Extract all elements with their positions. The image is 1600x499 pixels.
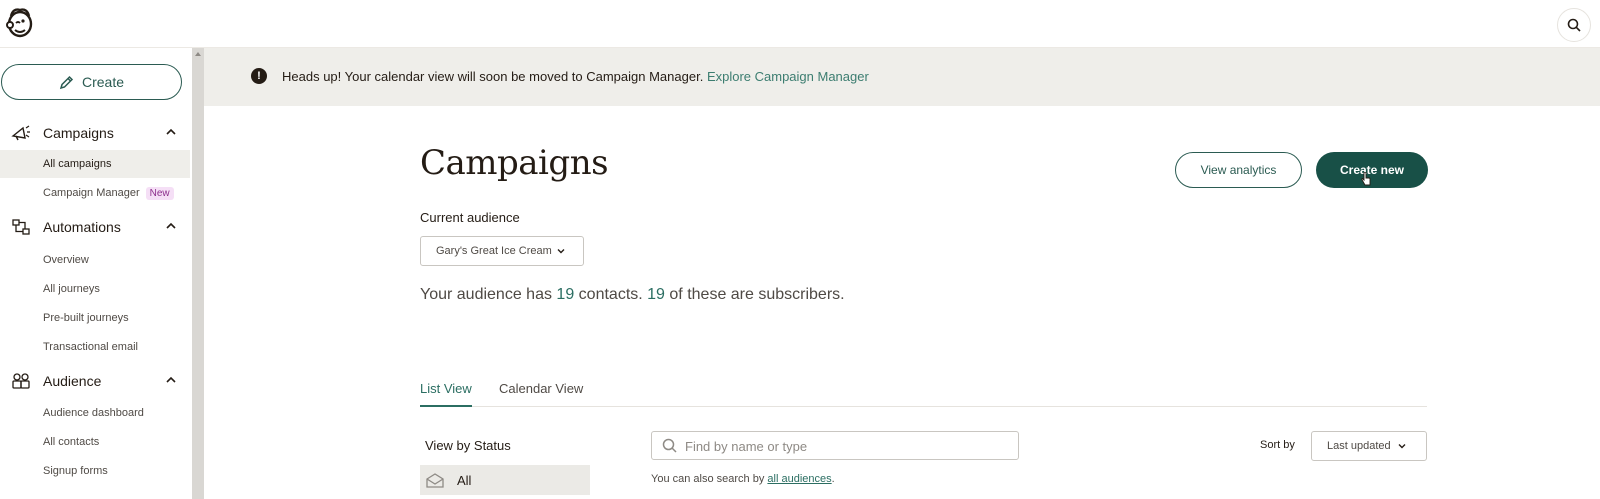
summary-suffix: of these are subscribers. bbox=[669, 286, 845, 303]
sidebar-item-campaign-manager[interactable]: Campaign Manager New bbox=[0, 179, 190, 207]
notice-banner: ! Heads up! Your calendar view will soon… bbox=[204, 48, 1600, 106]
contacts-count: 19 bbox=[556, 286, 575, 303]
megaphone-icon bbox=[11, 125, 30, 141]
sort-select-value: Last updated bbox=[1327, 440, 1391, 452]
chevron-up-icon bbox=[166, 222, 176, 229]
sidebar-scrollbar[interactable] bbox=[192, 48, 204, 499]
summary-prefix: Your audience has bbox=[420, 286, 552, 303]
audience-summary: Your audience has 19 contacts. 19 of the… bbox=[420, 286, 845, 304]
sidebar-section-campaigns[interactable]: Campaigns bbox=[0, 118, 190, 148]
current-audience-label: Current audience bbox=[420, 210, 520, 225]
top-bar bbox=[0, 0, 1600, 48]
sidebar-item-label: Transactional email bbox=[43, 341, 138, 353]
search-hint-text: You can also search by bbox=[651, 473, 765, 485]
view-analytics-button[interactable]: View analytics bbox=[1175, 152, 1302, 188]
mailchimp-logo-icon[interactable] bbox=[4, 6, 36, 40]
sidebar-item-label: Campaign Manager bbox=[43, 187, 140, 199]
summary-middle: contacts. bbox=[578, 286, 643, 303]
explore-campaign-manager-link[interactable]: Explore Campaign Manager bbox=[707, 69, 869, 84]
automation-flow-icon bbox=[12, 219, 30, 235]
audience-select-value: Gary's Great Ice Cream bbox=[436, 245, 552, 257]
search-input[interactable] bbox=[685, 436, 1005, 456]
top-search-button[interactable] bbox=[1557, 8, 1591, 42]
sidebar-item-label: All campaigns bbox=[43, 158, 112, 170]
scroll-up-arrow-icon[interactable] bbox=[195, 52, 201, 56]
sort-by-label: Sort by bbox=[1260, 439, 1295, 451]
pencil-icon bbox=[59, 75, 74, 89]
sidebar-item-overview[interactable]: Overview bbox=[0, 246, 190, 274]
alert-icon: ! bbox=[251, 68, 267, 84]
sidebar-item-all-contacts[interactable]: All contacts bbox=[0, 428, 190, 456]
search-hint-period: . bbox=[831, 473, 835, 485]
sidebar: Create Campaigns All campaigns Campaign … bbox=[0, 48, 192, 499]
sidebar-item-label: Audience dashboard bbox=[43, 407, 144, 419]
tab-calendar-view[interactable]: Calendar View bbox=[499, 381, 583, 407]
page-title: Campaigns bbox=[420, 143, 609, 183]
view-tabs: List View Calendar View bbox=[420, 381, 1427, 407]
sidebar-section-label: Campaigns bbox=[43, 125, 114, 141]
create-new-button[interactable]: Create new bbox=[1316, 152, 1428, 188]
sidebar-item-audience-dashboard[interactable]: Audience dashboard bbox=[0, 399, 190, 427]
chevron-down-icon bbox=[1398, 444, 1406, 449]
view-by-status-label: View by Status bbox=[425, 438, 511, 453]
subscribers-count: 19 bbox=[647, 286, 665, 303]
search-hint: You can also search by all audiences. bbox=[651, 473, 835, 485]
sidebar-item-label: All journeys bbox=[43, 283, 100, 295]
sidebar-section-label: Audience bbox=[43, 373, 102, 389]
audience-icon bbox=[12, 373, 30, 389]
banner-message: Heads up! Your calendar view will soon b… bbox=[282, 69, 704, 84]
sort-select[interactable]: Last updated bbox=[1311, 431, 1427, 461]
new-badge: New bbox=[145, 186, 174, 200]
chevron-up-icon bbox=[166, 128, 176, 135]
sidebar-item-signup-forms[interactable]: Signup forms bbox=[0, 457, 190, 485]
sidebar-item-pre-built-journeys[interactable]: Pre-built journeys bbox=[0, 304, 190, 332]
sidebar-item-all-campaigns[interactable]: All campaigns bbox=[0, 150, 190, 178]
campaign-search[interactable] bbox=[651, 431, 1019, 460]
chevron-up-icon bbox=[166, 376, 176, 383]
create-button[interactable]: Create bbox=[1, 64, 182, 100]
sidebar-item-label: Overview bbox=[43, 254, 89, 266]
sidebar-item-all-journeys[interactable]: All journeys bbox=[0, 275, 190, 303]
sidebar-section-label: Automations bbox=[43, 219, 121, 235]
all-campaigns-icon bbox=[426, 473, 444, 488]
sidebar-section-automations[interactable]: Automations bbox=[0, 212, 190, 242]
banner-text: Heads up! Your calendar view will soon b… bbox=[282, 69, 869, 84]
search-icon bbox=[662, 438, 677, 453]
tab-list-view[interactable]: List View bbox=[420, 381, 472, 407]
audience-select[interactable]: Gary's Great Ice Cream bbox=[420, 236, 584, 266]
sidebar-item-label: Pre-built journeys bbox=[43, 312, 129, 324]
hand-cursor-icon bbox=[1361, 172, 1371, 186]
search-icon bbox=[1567, 18, 1581, 32]
all-audiences-link[interactable]: all audiences bbox=[767, 473, 831, 485]
sidebar-item-transactional-email[interactable]: Transactional email bbox=[0, 333, 190, 361]
create-button-label: Create bbox=[81, 74, 125, 90]
sidebar-item-label: Signup forms bbox=[43, 465, 108, 477]
sidebar-item-label: All contacts bbox=[43, 436, 100, 448]
status-filter-label: All bbox=[457, 473, 472, 488]
sidebar-section-audience[interactable]: Audience bbox=[0, 366, 190, 396]
chevron-down-icon bbox=[557, 249, 565, 254]
status-filter-all[interactable]: All bbox=[420, 465, 590, 495]
